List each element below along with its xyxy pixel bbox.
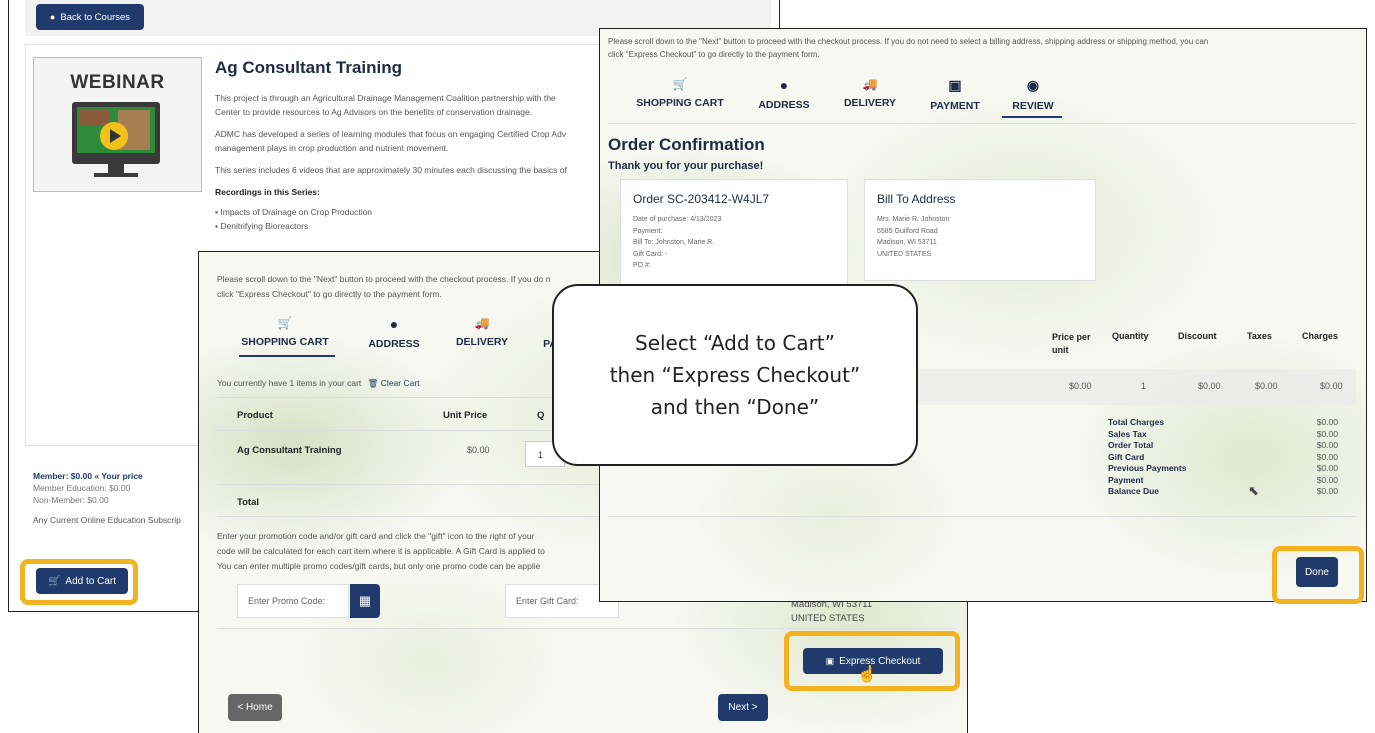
promo-code-input[interactable]: Enter Promo Code: <box>237 584 349 618</box>
truck-icon: 🚚 <box>474 316 490 330</box>
truck-icon: 🚚 <box>862 77 878 91</box>
home-button[interactable]: < Home <box>228 694 282 721</box>
cart-row-product: Ag Consultant Training <box>237 445 342 456</box>
tab-shopping-cart[interactable]: 🛒 SHOPPING CART <box>630 77 730 109</box>
bill-to-heading: Bill To Address <box>877 192 956 206</box>
cart-row-price: $0.00 <box>467 445 490 455</box>
highlight-add-to-cart <box>20 559 138 605</box>
totals-row: Total Charges $0.00 <box>1108 417 1338 427</box>
webinar-thumbnail: WEBINAR <box>33 57 202 192</box>
thumbnail-label: WEBINAR <box>70 72 165 93</box>
bill-to-card: Bill To Address Mrs. Marie R. Johnston 5… <box>864 179 1096 281</box>
col-charges: Charges <box>1302 331 1339 341</box>
thank-you-text: Thank you for your purchase! <box>608 160 764 172</box>
totals-row: Gift Card $0.00 <box>1108 451 1338 462</box>
active-tab-underline <box>1002 116 1062 118</box>
tab-shopping-cart[interactable]: 🛒 SHOPPING CART <box>235 316 335 348</box>
order-confirmation-heading: Order Confirmation <box>608 135 765 154</box>
tab-delivery[interactable]: 🚚 DELIVERY <box>836 77 904 109</box>
totals-row: Sales Tax $0.00 <box>1108 428 1338 439</box>
col-quantity: Q <box>537 410 545 421</box>
course-description: This project is through an Agricultural … <box>215 93 567 231</box>
shopping-cart-icon: 🛒 <box>277 316 293 330</box>
cart-items-count: You currently have 1 items in your cart … <box>217 378 420 388</box>
review-instructions: Please scroll down to the "Next" button … <box>608 37 1209 59</box>
gift-icon: ▦ <box>358 593 372 608</box>
tab-address[interactable]: ● ADDRESS <box>359 316 429 350</box>
totals-row: Previous Payments $0.00 <box>1108 463 1338 473</box>
map-marker-icon: ● <box>389 316 399 332</box>
col-product: Product <box>237 410 273 421</box>
shopping-cart-icon: 🛒 <box>672 77 688 91</box>
col-price-per-unit: Price per unit <box>1052 332 1091 355</box>
money-icon: ▣ <box>948 77 962 93</box>
totals-row: Balance Due $0.00 <box>1108 486 1338 496</box>
eye-icon: ◉ <box>1026 77 1040 93</box>
instruction-callout: Select “Add to Cart” then “Express Check… <box>552 284 918 466</box>
tab-review[interactable]: ◉ REVIEW <box>1004 77 1062 112</box>
cart-address-snippet: Madison, WI 53711 UNITED STATES <box>791 599 873 624</box>
col-taxes: Taxes <box>1247 331 1272 341</box>
order-number: Order SC-203412-W4JL7 <box>633 192 770 206</box>
tab-payment[interactable]: ▣ PAYMENT <box>918 77 992 112</box>
promo-gift-button[interactable]: ▦ <box>350 584 380 618</box>
recording-item: ▪ Impacts of Drainage on Crop Production <box>215 207 373 217</box>
order-totals: Total Charges $0.00 Sales Tax $0.00 Order … <box>1108 417 1338 498</box>
col-unit-price: Unit Price <box>443 410 488 421</box>
clear-cart-link[interactable]: 🗑 Clear Cart <box>368 378 420 388</box>
cart-instructions: Please scroll down to the "Next" button … <box>217 274 551 299</box>
highlight-express-checkout <box>784 631 960 691</box>
order-card: Order SC-203412-W4JL7 Date of purchase: … <box>620 179 848 291</box>
active-tab-underline <box>239 355 335 357</box>
recording-item: ▪ Denitrifying Bioreactors <box>215 221 309 231</box>
col-quantity: Quantity <box>1112 331 1149 341</box>
circle-arrow-icon: ● <box>49 12 56 22</box>
tab-address[interactable]: ● ADDRESS <box>750 77 818 111</box>
monitor-icon <box>72 102 160 164</box>
tab-delivery[interactable]: 🚚 DELIVERY <box>447 316 517 348</box>
highlight-done <box>1272 546 1364 604</box>
promo-instructions: Enter your promotion code and/or gift ca… <box>217 531 545 571</box>
totals-row: Payment $0.00 <box>1108 474 1338 485</box>
map-marker-icon: ● <box>779 77 789 93</box>
totals-row: Order Total $0.00 <box>1108 440 1338 450</box>
col-discount: Discount <box>1178 331 1217 341</box>
price-box: Member: $0.00 « Your price Member Educat… <box>33 471 181 525</box>
cart-total-label: Total <box>237 497 259 508</box>
course-title: Ag Consultant Training <box>215 58 402 77</box>
next-button[interactable]: Next > <box>718 694 768 721</box>
back-to-courses-button[interactable]: ● Back to Courses <box>36 4 144 30</box>
pointer-cursor-icon: ⬉ <box>1248 483 1259 498</box>
